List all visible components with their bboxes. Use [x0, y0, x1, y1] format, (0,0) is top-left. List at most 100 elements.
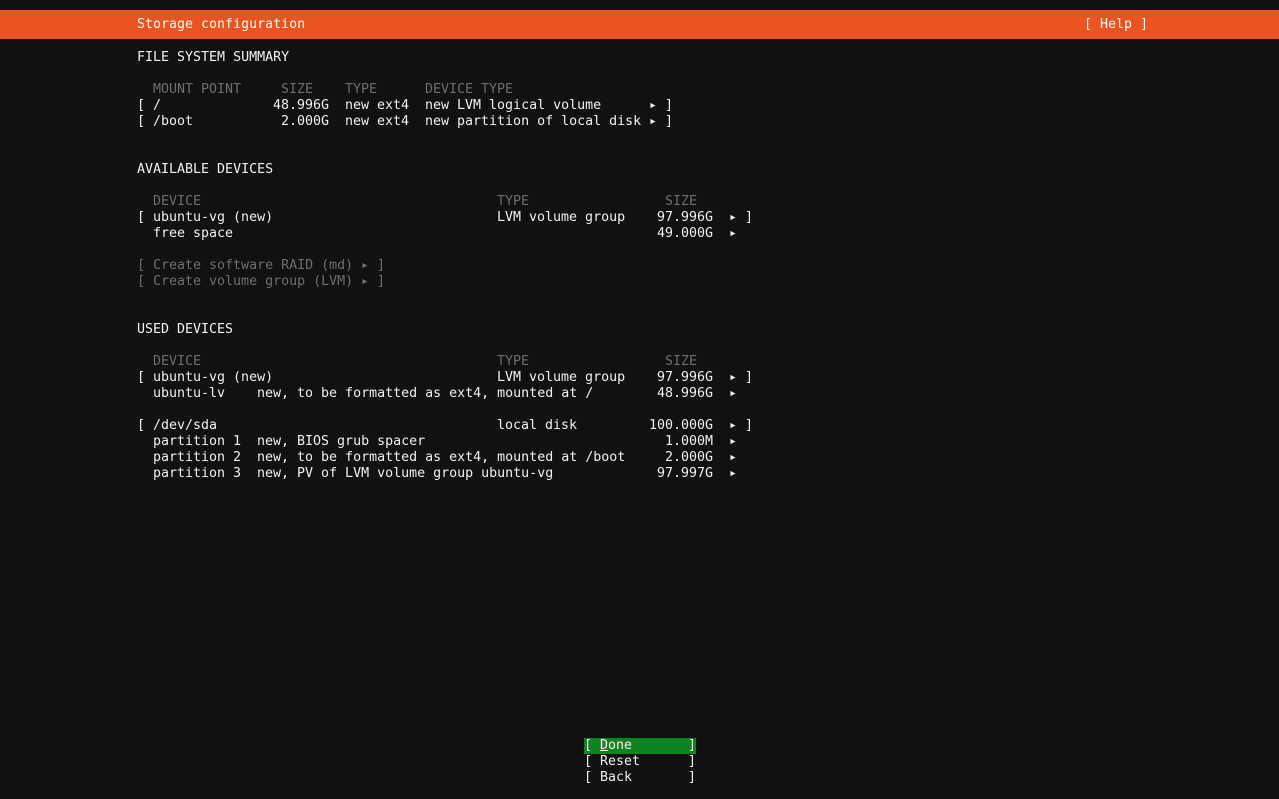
device-type: new LVM logical volume	[425, 98, 602, 113]
help-button[interactable]: [ Help ]	[1084, 10, 1148, 39]
available-devices-header-row: DEVICE TYPE SIZE	[137, 194, 697, 210]
col-header-type: TYPE	[497, 354, 530, 369]
bracket-open: [	[584, 738, 593, 753]
expand-arrow-icon: ▸	[729, 418, 738, 433]
back-button[interactable]: [ Back ]	[584, 770, 696, 786]
col-header-size: SIZE	[281, 82, 314, 97]
partition-name: partition 2	[153, 450, 242, 465]
size: 97.996G	[657, 370, 714, 385]
device-name: ubuntu-vg (new)	[153, 370, 274, 385]
bracket-close: ]	[688, 754, 697, 769]
expand-arrow-icon: ▸	[729, 386, 738, 401]
used-devices-header-row: DEVICE TYPE SIZE	[137, 354, 697, 370]
size: 48.996G	[657, 386, 714, 401]
used-row-partition-1[interactable]: partition 1 new, BIOS grub spacer 1.000M…	[137, 434, 737, 450]
mount-point: /	[153, 98, 162, 113]
available-devices-heading: AVAILABLE DEVICES	[137, 162, 273, 178]
fs-row-boot[interactable]: [ /boot 2.000G new ext4 new partition of…	[137, 114, 673, 130]
action-label: Create software RAID (md)	[153, 258, 354, 273]
expand-arrow-icon: ▸	[729, 370, 738, 385]
expand-arrow-icon: ▸	[729, 466, 738, 481]
col-header-mount-point: MOUNT POINT	[153, 82, 242, 97]
bracket-open: [	[137, 370, 146, 385]
used-devices-heading: USED DEVICES	[137, 322, 233, 338]
back-button-label: Back	[600, 770, 633, 785]
expand-arrow-icon: ▸	[729, 450, 738, 465]
used-row-dev-sda[interactable]: [ /dev/sda local disk 100.000G ▸ ]	[137, 418, 753, 434]
create-software-raid-button[interactable]: [ Create software RAID (md) ▸ ]	[137, 258, 385, 274]
partition-description: new, to be formatted as ext4, mounted at…	[257, 450, 626, 465]
size: 2.000G	[281, 114, 330, 129]
available-row-free-space[interactable]: free space 49.000G ▸	[137, 226, 737, 242]
device-type: LVM volume group	[497, 210, 626, 225]
device-name: free space	[153, 226, 234, 241]
bracket-close: ]	[688, 770, 697, 785]
expand-arrow-icon: ▸	[649, 114, 658, 129]
section-heading: AVAILABLE DEVICES	[137, 162, 274, 177]
partition-description: new, PV of LVM volume group ubuntu-vg	[257, 466, 554, 481]
used-row-ubuntu-vg[interactable]: [ ubuntu-vg (new) LVM volume group 97.99…	[137, 370, 753, 386]
partition-description: new, BIOS grub spacer	[257, 434, 426, 449]
device-name: /dev/sda	[153, 418, 218, 433]
reset-button-label: Reset	[600, 754, 641, 769]
col-header-type: TYPE	[497, 194, 530, 209]
col-header-device: DEVICE	[153, 194, 202, 209]
col-header-device-type: DEVICE TYPE	[425, 82, 514, 97]
device-type: local disk	[497, 418, 578, 433]
done-button-label: Done	[600, 738, 633, 753]
device-type: new partition of local disk	[425, 114, 642, 129]
bracket-open: [	[137, 418, 146, 433]
expand-arrow-icon: ▸	[729, 210, 738, 225]
bracket-close: ]	[745, 370, 754, 385]
size: 97.996G	[657, 210, 714, 225]
device-name: ubuntu-lv	[153, 386, 226, 401]
col-header-size: SIZE	[665, 354, 698, 369]
partition-name: partition 1	[153, 434, 242, 449]
bracket-close: ]	[745, 418, 754, 433]
create-volume-group-button[interactable]: [ Create volume group (LVM) ▸ ]	[137, 274, 385, 290]
section-heading: USED DEVICES	[137, 322, 234, 337]
expand-arrow-icon: ▸	[729, 434, 738, 449]
bracket-open: [	[137, 114, 146, 129]
size: 100.000G	[649, 418, 714, 433]
action-label: Create volume group (LVM)	[153, 274, 354, 289]
bracket-close: ]	[745, 210, 754, 225]
bracket-close: ]	[377, 258, 386, 273]
bracket-close: ]	[377, 274, 386, 289]
device-name: ubuntu-vg (new)	[153, 210, 274, 225]
bracket-open: [	[137, 258, 146, 273]
size: 2.000G	[665, 450, 714, 465]
expand-arrow-icon: ▸	[361, 258, 370, 273]
used-row-partition-2[interactable]: partition 2 new, to be formatted as ext4…	[137, 450, 737, 466]
bracket-open: [	[137, 210, 146, 225]
titlebar: Storage configuration [ Help ]	[0, 10, 1279, 39]
done-button[interactable]: [ Done ]	[584, 738, 696, 754]
available-row-ubuntu-vg[interactable]: [ ubuntu-vg (new) LVM volume group 97.99…	[137, 210, 753, 226]
size: 48.996G	[273, 98, 330, 113]
device-description: new, to be formatted as ext4, mounted at…	[257, 386, 594, 401]
section-heading: FILE SYSTEM SUMMARY	[137, 50, 290, 65]
size: 49.000G	[657, 226, 714, 241]
fs-summary-header-row: MOUNT POINT SIZE TYPE DEVICE TYPE	[137, 82, 513, 98]
bracket-close: ]	[665, 114, 674, 129]
fs-type: new ext4	[345, 98, 410, 113]
mount-point: /boot	[153, 114, 194, 129]
reset-button[interactable]: [ Reset ]	[584, 754, 696, 770]
expand-arrow-icon: ▸	[649, 98, 658, 113]
bracket-open: [	[584, 770, 593, 785]
col-header-type: TYPE	[345, 82, 378, 97]
bracket-close: ]	[665, 98, 674, 113]
expand-arrow-icon: ▸	[729, 226, 738, 241]
used-row-ubuntu-lv[interactable]: ubuntu-lv new, to be formatted as ext4, …	[137, 386, 737, 402]
size: 1.000M	[665, 434, 714, 449]
fs-row-root[interactable]: [ / 48.996G new ext4 new LVM logical vol…	[137, 98, 673, 114]
expand-arrow-icon: ▸	[361, 274, 370, 289]
used-row-partition-3[interactable]: partition 3 new, PV of LVM volume group …	[137, 466, 737, 482]
bracket-close: ]	[688, 738, 697, 753]
bracket-open: [	[137, 98, 146, 113]
size: 97.997G	[657, 466, 714, 481]
partition-name: partition 3	[153, 466, 242, 481]
col-header-device: DEVICE	[153, 354, 202, 369]
bracket-open: [	[137, 274, 146, 289]
bracket-open: [	[584, 754, 593, 769]
